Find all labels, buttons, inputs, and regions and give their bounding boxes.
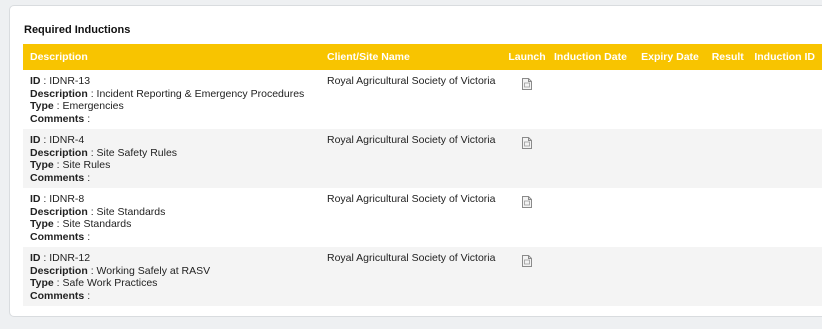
header-induction-id: Induction ID (754, 51, 815, 63)
client-site-name: Royal Agricultural Society of Victoria (327, 75, 496, 87)
type-label: Type (30, 277, 54, 289)
launch-cell (507, 129, 547, 188)
table-row: ID : IDNR-12 Description : Working Safel… (23, 247, 822, 306)
induction-date (547, 247, 634, 306)
section-title: Required Inductions (24, 24, 131, 36)
induction-id (747, 70, 822, 129)
id-label: ID (30, 75, 41, 87)
description-value: : Site Standards (90, 205, 166, 218)
type-value: : Site Standards (56, 218, 132, 230)
expiry-date (634, 188, 705, 247)
comments-label: Comments (30, 112, 85, 125)
table-row: ID : IDNR-8 Description : Site Standards… (23, 188, 822, 247)
comments-value: : (87, 230, 91, 243)
result (705, 70, 748, 129)
induction-id (747, 247, 822, 306)
induction-date (547, 188, 634, 247)
comments-value: : (87, 171, 91, 184)
launch-cell (507, 247, 547, 306)
id-value: : IDNR-4 (43, 134, 85, 146)
result (705, 129, 748, 188)
header-client: Client/Site Name (327, 51, 410, 63)
expiry-date (634, 247, 705, 306)
id-label: ID (30, 193, 41, 205)
type-label: Type (30, 159, 54, 171)
type-value: : Site Rules (56, 159, 111, 171)
id-label: ID (30, 134, 41, 146)
description-value: : Site Safety Rules (90, 146, 178, 159)
description-label: Description (30, 146, 88, 159)
comments-value: : (87, 289, 91, 302)
document-icon[interactable] (522, 196, 532, 208)
launch-cell (507, 70, 547, 129)
comments-value: : (87, 112, 91, 125)
description-value: : Working Safely at RASV (90, 264, 211, 277)
document-icon[interactable] (522, 255, 532, 267)
table-row: ID : IDNR-13 Description : Incident Repo… (23, 70, 822, 129)
id-value: : IDNR-12 (43, 252, 91, 264)
id-value: : IDNR-13 (43, 75, 91, 87)
client-site-name: Royal Agricultural Society of Victoria (327, 252, 496, 264)
comments-label: Comments (30, 171, 85, 184)
inductions-table: Description Client/Site Name Launch Indu… (23, 44, 822, 306)
table-row: ID : IDNR-4 Description : Site Safety Ru… (23, 129, 822, 188)
header-result: Result (711, 51, 744, 63)
description-label: Description (30, 205, 88, 218)
induction-id (747, 129, 822, 188)
induction-details: ID : IDNR-8 Description : Site Standards… (23, 188, 320, 247)
comments-label: Comments (30, 289, 85, 302)
result (705, 188, 748, 247)
table-header-row: Description Client/Site Name Launch Indu… (23, 44, 822, 70)
type-label: Type (30, 100, 54, 112)
comments-label: Comments (30, 230, 85, 243)
description-label: Description (30, 87, 88, 100)
expiry-date (634, 129, 705, 188)
result (705, 247, 748, 306)
header-induction-date: Induction Date (554, 51, 627, 63)
induction-date (547, 70, 634, 129)
required-inductions-panel: Required Inductions Description Client/S… (9, 5, 822, 317)
client-site-name: Royal Agricultural Society of Victoria (327, 193, 496, 205)
type-value: : Safe Work Practices (56, 277, 158, 289)
induction-details: ID : IDNR-12 Description : Working Safel… (23, 247, 320, 306)
launch-cell (507, 188, 547, 247)
type-label: Type (30, 218, 54, 230)
expiry-date (634, 70, 705, 129)
header-launch: Launch (508, 51, 546, 63)
client-site-name: Royal Agricultural Society of Victoria (327, 134, 496, 146)
header-description: Description (30, 51, 88, 63)
header-expiry-date: Expiry Date (641, 51, 699, 63)
type-value: : Emergencies (56, 100, 124, 112)
id-label: ID (30, 252, 41, 264)
description-value: : Incident Reporting & Emergency Procedu… (90, 87, 305, 100)
document-icon[interactable] (522, 137, 532, 149)
id-value: : IDNR-8 (43, 193, 85, 205)
induction-id (747, 188, 822, 247)
induction-date (547, 129, 634, 188)
description-label: Description (30, 264, 88, 277)
document-icon[interactable] (522, 78, 532, 90)
induction-details: ID : IDNR-13 Description : Incident Repo… (23, 70, 320, 129)
induction-details: ID : IDNR-4 Description : Site Safety Ru… (23, 129, 320, 188)
